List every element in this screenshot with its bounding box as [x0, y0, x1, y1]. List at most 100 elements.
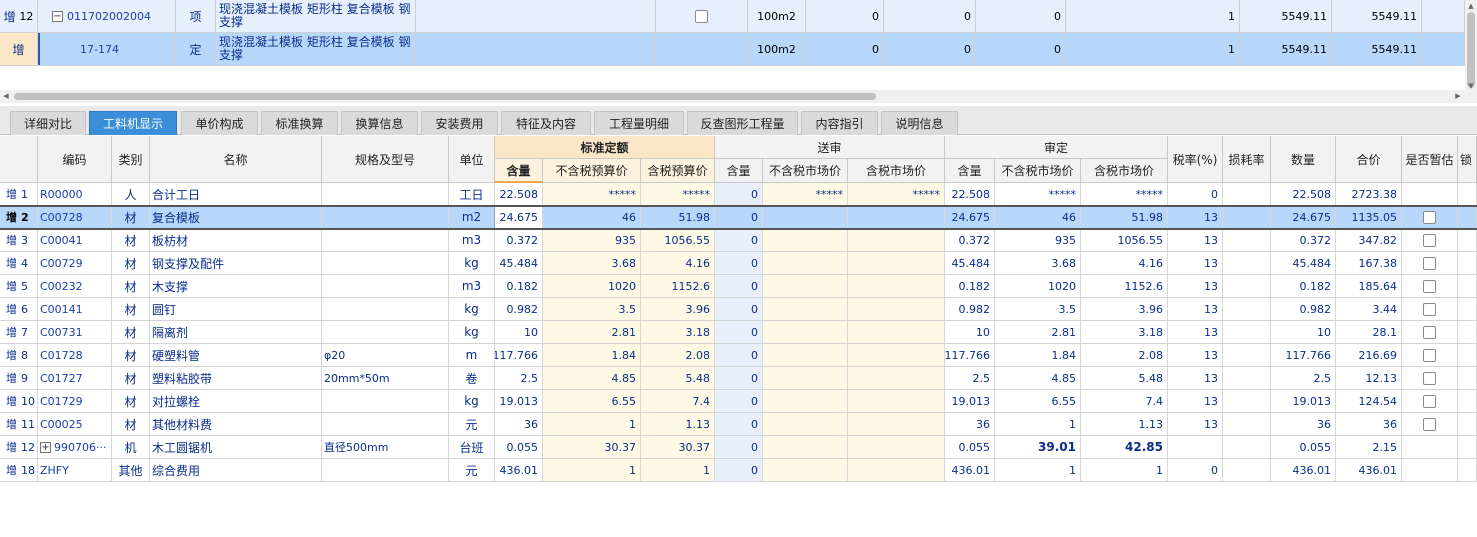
cell-dn[interactable]	[763, 321, 848, 343]
cell-dn[interactable]	[763, 206, 848, 228]
cell-tax[interactable]: 13	[1168, 206, 1223, 228]
header-sum[interactable]: 合价	[1336, 136, 1402, 183]
cell-dq[interactable]: 0	[715, 344, 763, 366]
row-header[interactable]: 增 11	[0, 413, 38, 435]
tab-standard-conversion[interactable]: 标准换算	[261, 111, 338, 135]
cell-code[interactable]: ZHFY	[38, 459, 112, 481]
lock-cell[interactable]	[1458, 183, 1477, 205]
lock-cell[interactable]	[1458, 367, 1477, 389]
table-row[interactable]: 增 4 C00729 材钢支撑及配件 kg 45.484 3.68 4.16 0 45.484 3.…	[0, 252, 1477, 275]
cell-kind[interactable]: 材	[112, 390, 150, 412]
row-header[interactable]: 增6	[0, 298, 38, 320]
scroll-up-icon[interactable]: ▲	[1465, 0, 1477, 12]
table-row[interactable]: 增 11 C00025 材其他材料费元 36 1 1.13 0 36 1 1.13 13 36 36	[0, 413, 1477, 436]
cell-tax[interactable]: 13	[1168, 390, 1223, 412]
cell-st[interactable]: 1152.6	[641, 275, 715, 297]
row-header[interactable]: 增 18	[0, 459, 38, 481]
cell-sum[interactable]: 347.82	[1336, 229, 1402, 251]
row-header[interactable]: 增 10	[0, 390, 38, 412]
header-estimate[interactable]: 是否暂估	[1402, 136, 1458, 183]
cell-sn[interactable]: 2.81	[543, 321, 641, 343]
estimate-cell[interactable]	[1402, 252, 1458, 274]
cell-sn[interactable]: 1	[543, 459, 641, 481]
tab-unit-price[interactable]: 单价构成	[181, 111, 258, 135]
lock-cell[interactable]	[1458, 229, 1477, 251]
header-unit[interactable]: 单位	[449, 136, 495, 183]
cell-at[interactable]: 3.96	[1081, 298, 1168, 320]
cell-dq[interactable]: 0	[715, 229, 763, 251]
cell-sum[interactable]: 36	[1336, 413, 1402, 435]
cell-dq[interactable]: 0	[715, 436, 763, 458]
cell-dt[interactable]	[848, 275, 945, 297]
cell-sn[interactable]: 46	[543, 206, 641, 228]
cell-dq[interactable]: 0	[715, 206, 763, 228]
tab-install-fee[interactable]: 安装费用	[421, 111, 498, 135]
upper-row-1[interactable]: 增 12 −011702002004 项 现浇混凝土模板 矩形柱 复合模板 钢支…	[0, 0, 1465, 33]
cell-sq[interactable]: 2.5	[495, 367, 543, 389]
cell-sn[interactable]: 3.68	[543, 252, 641, 274]
cell-tax[interactable]: 13	[1168, 413, 1223, 435]
cell-at[interactable]: 42.85	[1081, 436, 1168, 458]
quota-name[interactable]: 现浇混凝土模板 矩形柱 复合模板 钢支撑	[216, 33, 416, 65]
cell-sn[interactable]: *****	[543, 183, 641, 205]
row-header[interactable]: 增 12	[0, 436, 38, 458]
cell-sn[interactable]: 1	[543, 413, 641, 435]
cell-count[interactable]: 36	[1271, 413, 1336, 435]
header-lock[interactable]: 锁	[1458, 136, 1477, 183]
cell-sq[interactable]: 0.372	[495, 229, 543, 251]
cell-at[interactable]: 3.18	[1081, 321, 1168, 343]
row-header[interactable]: 增1	[0, 183, 38, 205]
cell-sn[interactable]: 1.84	[543, 344, 641, 366]
cell-loss[interactable]	[1223, 459, 1271, 481]
tab-description[interactable]: 说明信息	[881, 111, 958, 135]
scroll-right-icon[interactable]: ▶	[1452, 90, 1464, 103]
lock-cell[interactable]	[1458, 413, 1477, 435]
estimate-cell[interactable]	[1402, 367, 1458, 389]
cell-dt[interactable]	[848, 229, 945, 251]
cell-unit[interactable]: kg	[449, 252, 495, 274]
estimate-cell[interactable]	[1402, 275, 1458, 297]
cell-sum[interactable]: 3.44	[1336, 298, 1402, 320]
cell-tax[interactable]	[1168, 436, 1223, 458]
cell-sum[interactable]: 436.01	[1336, 459, 1402, 481]
cell-dn[interactable]	[763, 367, 848, 389]
cell-unit[interactable]: kg	[449, 321, 495, 343]
cell-unit[interactable]: m2	[449, 206, 495, 228]
lock-cell[interactable]	[1458, 298, 1477, 320]
cell-dn[interactable]	[763, 229, 848, 251]
lock-cell[interactable]	[1458, 390, 1477, 412]
cell-an[interactable]: *****	[995, 183, 1081, 205]
cell-unit[interactable]: m3	[449, 275, 495, 297]
cell-spec[interactable]	[322, 206, 449, 228]
tab-feature-content[interactable]: 特征及内容	[501, 111, 591, 135]
cell-sq[interactable]: 10	[495, 321, 543, 343]
cell-dn[interactable]	[763, 436, 848, 458]
cell-sum[interactable]: 124.54	[1336, 390, 1402, 412]
row-header[interactable]: 增8	[0, 344, 38, 366]
estimate-checkbox[interactable]	[1423, 348, 1436, 362]
cell-tax[interactable]: 13	[1168, 298, 1223, 320]
tab-reverse-graphic[interactable]: 反查图形工程量	[687, 111, 798, 135]
cell-dn[interactable]	[763, 298, 848, 320]
item-code-cell[interactable]: −011702002004	[38, 0, 176, 32]
cell-st[interactable]: 30.37	[641, 436, 715, 458]
cell-name[interactable]: 塑料粘胶带	[150, 367, 322, 389]
cell-count[interactable]: 0.982	[1271, 298, 1336, 320]
cell-sq[interactable]: 436.01	[495, 459, 543, 481]
tab-content-guide[interactable]: 内容指引	[801, 111, 878, 135]
cell-spec[interactable]	[322, 321, 449, 343]
cell-name[interactable]: 硬塑料管	[150, 344, 322, 366]
cell-loss[interactable]	[1223, 321, 1271, 343]
cell-spec[interactable]	[322, 298, 449, 320]
cell-name[interactable]: 其他材料费	[150, 413, 322, 435]
cell-unit[interactable]: 元	[449, 413, 495, 435]
cell-dq[interactable]: 0	[715, 298, 763, 320]
header-std-tax[interactable]: 含税预算价	[641, 159, 715, 183]
cell-sq[interactable]: 0.055	[495, 436, 543, 458]
lock-cell[interactable]	[1458, 252, 1477, 274]
cell-at[interactable]: 1.13	[1081, 413, 1168, 435]
header-taxrate[interactable]: 税率(%)	[1168, 136, 1223, 183]
lock-cell[interactable]	[1458, 459, 1477, 481]
cell-loss[interactable]	[1223, 367, 1271, 389]
header-name[interactable]: 名称	[150, 136, 322, 183]
